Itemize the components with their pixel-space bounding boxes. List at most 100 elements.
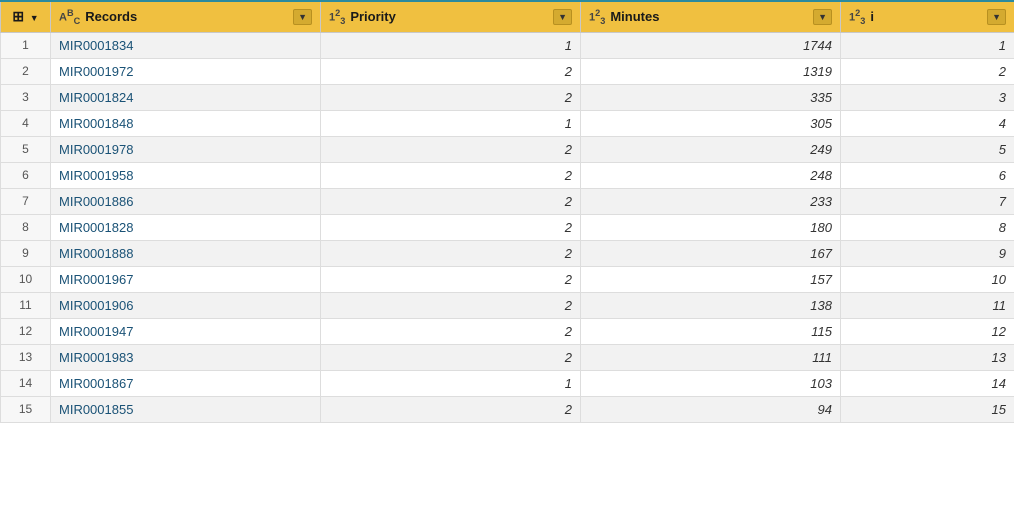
cell-minutes: 335 [581,84,841,110]
table-container: ⊞ ▼ ABC Records ▼ 123 [0,0,1014,524]
table-row: 7MIR000188622337 [1,188,1014,214]
row-number: 12 [1,318,51,344]
row-number: 13 [1,344,51,370]
row-number: 8 [1,214,51,240]
header-minutes: 123 Minutes ▼ [581,1,841,32]
minutes-dropdown-button[interactable]: ▼ [813,9,832,25]
cell-records: MIR0001834 [51,32,321,58]
cell-i: 1 [841,32,1014,58]
cell-priority: 2 [321,240,581,266]
cell-priority: 1 [321,110,581,136]
row-number: 7 [1,188,51,214]
table-row: 2MIR0001972213192 [1,58,1014,84]
header-minutes-label: Minutes [610,9,659,24]
cell-priority: 1 [321,32,581,58]
cell-minutes: 233 [581,188,841,214]
cell-i: 2 [841,58,1014,84]
cell-i: 12 [841,318,1014,344]
cell-records: MIR0001888 [51,240,321,266]
header-i: 123 i ▼ [841,1,1014,32]
grid-icon: ⊞ [12,8,24,24]
table-row: 11MIR0001906213811 [1,292,1014,318]
row-number: 5 [1,136,51,162]
cell-minutes: 249 [581,136,841,162]
row-number: 3 [1,84,51,110]
cell-priority: 1 [321,370,581,396]
cell-priority: 2 [321,318,581,344]
cell-i: 4 [841,110,1014,136]
cell-records: MIR0001967 [51,266,321,292]
table-row: 1MIR0001834117441 [1,32,1014,58]
cell-records: MIR0001978 [51,136,321,162]
cell-priority: 2 [321,292,581,318]
i-type-icon: 123 [849,8,865,26]
cell-priority: 2 [321,396,581,422]
row-number: 4 [1,110,51,136]
header-row-number: ⊞ ▼ [1,1,51,32]
minutes-type-icon: 123 [589,8,605,26]
table-row: 14MIR0001867110314 [1,370,1014,396]
cell-i: 8 [841,214,1014,240]
cell-minutes: 115 [581,318,841,344]
cell-priority: 2 [321,344,581,370]
header-row: ⊞ ▼ ABC Records ▼ 123 [1,1,1014,32]
cell-i: 11 [841,292,1014,318]
cell-i: 6 [841,162,1014,188]
cell-records: MIR0001947 [51,318,321,344]
cell-i: 13 [841,344,1014,370]
row-number: 11 [1,292,51,318]
cell-i: 7 [841,188,1014,214]
cell-records: MIR0001867 [51,370,321,396]
cell-i: 3 [841,84,1014,110]
cell-i: 5 [841,136,1014,162]
row-number: 10 [1,266,51,292]
cell-minutes: 248 [581,162,841,188]
table-row: 12MIR0001947211512 [1,318,1014,344]
cell-priority: 2 [321,136,581,162]
cell-minutes: 180 [581,214,841,240]
table-row: 6MIR000195822486 [1,162,1014,188]
cell-records: MIR0001828 [51,214,321,240]
row-number: 6 [1,162,51,188]
cell-records: MIR0001855 [51,396,321,422]
row-number: 2 [1,58,51,84]
cell-records: MIR0001906 [51,292,321,318]
header-records-label: Records [85,9,137,24]
cell-records: MIR0001848 [51,110,321,136]
cell-priority: 2 [321,266,581,292]
table-row: 3MIR000182423353 [1,84,1014,110]
table-row: 15MIR000185529415 [1,396,1014,422]
priority-type-icon: 123 [329,8,345,26]
cell-priority: 2 [321,84,581,110]
cell-i: 15 [841,396,1014,422]
header-dropdown-arrow[interactable]: ▼ [30,13,39,23]
cell-i: 14 [841,370,1014,396]
table-row: 10MIR0001967215710 [1,266,1014,292]
cell-minutes: 157 [581,266,841,292]
records-dropdown-button[interactable]: ▼ [293,9,312,25]
cell-priority: 2 [321,214,581,240]
row-number: 9 [1,240,51,266]
cell-priority: 2 [321,58,581,84]
cell-records: MIR0001824 [51,84,321,110]
i-dropdown-button[interactable]: ▼ [987,9,1006,25]
row-number: 15 [1,396,51,422]
cell-minutes: 1319 [581,58,841,84]
priority-dropdown-button[interactable]: ▼ [553,9,572,25]
table-body: 1MIR00018341174412MIR00019722131923MIR00… [1,32,1014,422]
table-row: 5MIR000197822495 [1,136,1014,162]
table-row: 13MIR0001983211113 [1,344,1014,370]
cell-minutes: 1744 [581,32,841,58]
cell-minutes: 103 [581,370,841,396]
cell-records: MIR0001983 [51,344,321,370]
table-row: 8MIR000182821808 [1,214,1014,240]
data-table: ⊞ ▼ ABC Records ▼ 123 [0,0,1014,423]
row-number: 1 [1,32,51,58]
cell-minutes: 305 [581,110,841,136]
cell-minutes: 111 [581,344,841,370]
cell-priority: 2 [321,162,581,188]
header-i-label: i [870,9,874,24]
cell-priority: 2 [321,188,581,214]
header-records: ABC Records ▼ [51,1,321,32]
cell-records: MIR0001958 [51,162,321,188]
